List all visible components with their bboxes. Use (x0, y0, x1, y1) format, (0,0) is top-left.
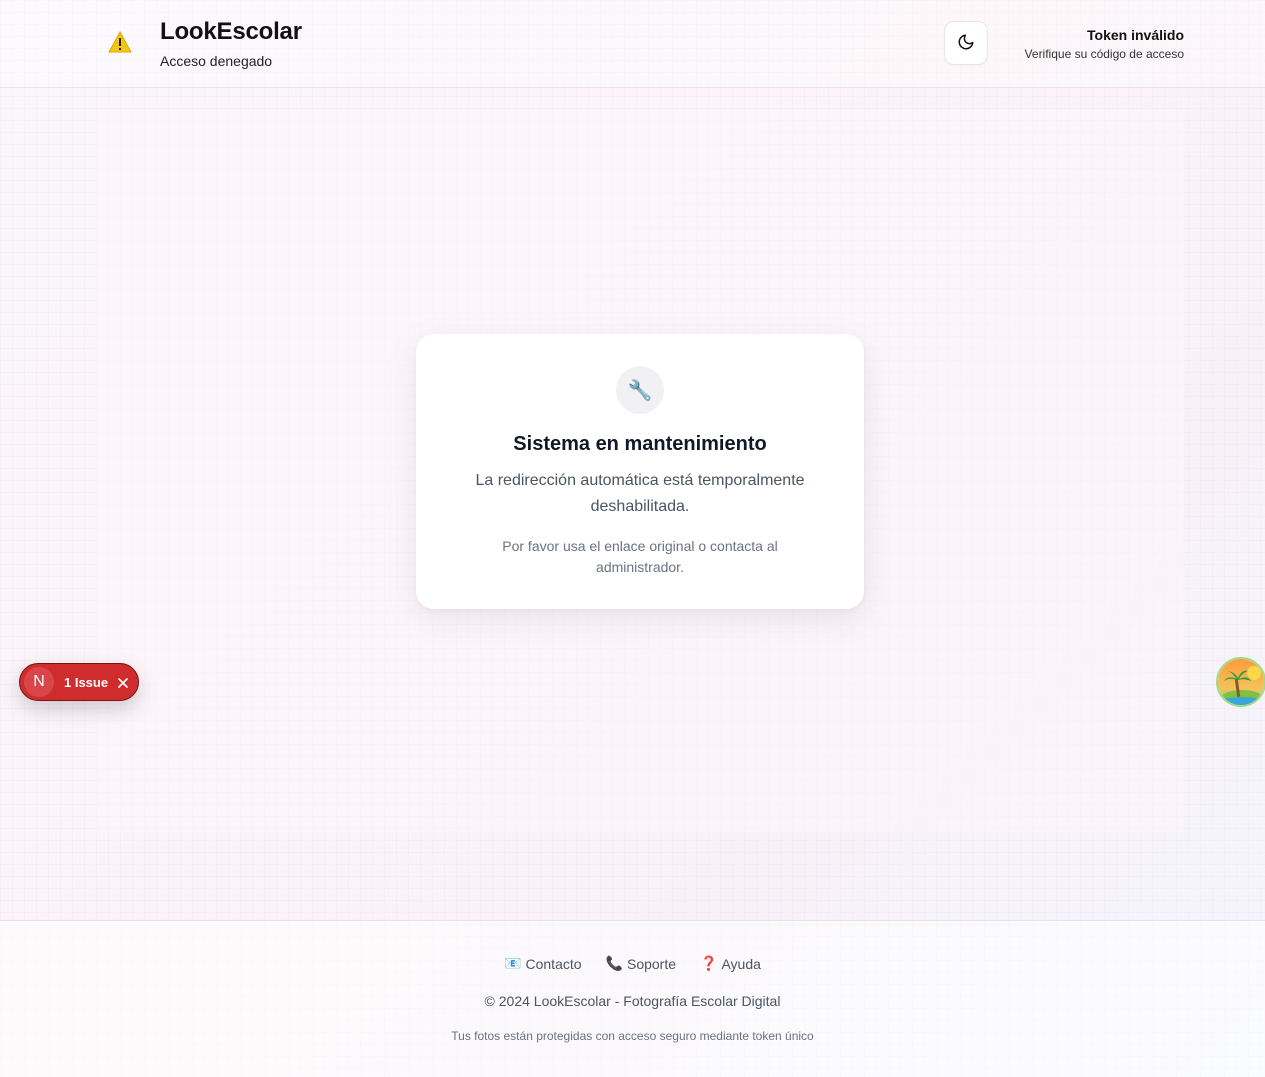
copyright-text: © 2024 LookEscolar - Fotografía Escolar … (484, 993, 781, 1009)
footer-links: 📧 Contacto 📞 Soporte ❓ Ayuda (0, 955, 1265, 972)
maintenance-card: 🔧 Sistema en mantenimiento La redirecció… (416, 334, 864, 609)
brand-subtitle: Acceso denegado (160, 53, 273, 69)
theme-toggle-button[interactable] (944, 21, 988, 65)
warning-icon (108, 31, 132, 53)
brand-title: LookEscolar (160, 18, 302, 45)
nextjs-logo-icon: N (24, 667, 54, 697)
security-note: Tus fotos están protegidas con acceso se… (451, 1029, 814, 1043)
footer-link-contacto[interactable]: 📧 Contacto (504, 955, 581, 972)
page-footer: 📧 Contacto 📞 Soporte ❓ Ayuda © 2024 Look… (0, 920, 1265, 1077)
token-status: Token inválido Verifique su código de ac… (1025, 27, 1184, 61)
moon-icon (957, 33, 975, 54)
footer-link-label: Soporte (626, 955, 677, 972)
issue-badge[interactable]: N 1 Issue (19, 663, 139, 701)
issue-count-label[interactable]: 1 Issue (64, 675, 108, 690)
envelope-icon: 📧 (504, 955, 522, 971)
status-subtitle: Verifique su código de acceso (1024, 47, 1184, 61)
wrench-icon: 🔧 (616, 366, 664, 414)
footer-link-label: Ayuda (721, 955, 761, 972)
close-icon[interactable] (117, 676, 129, 688)
card-note: Por favor usa el enlace original o conta… (502, 538, 778, 575)
phone-icon: 📞 (605, 955, 623, 971)
card-title: Sistema en mantenimiento (513, 433, 767, 455)
footer-link-ayuda[interactable]: ❓ Ayuda (700, 955, 761, 972)
status-title: Token inválido (1087, 27, 1184, 43)
top-header: LookEscolar Acceso denegado Token inváli… (0, 0, 1265, 88)
card-message: La redirección automática está temporalm… (475, 472, 805, 515)
footer-link-soporte[interactable]: 📞 Soporte (606, 955, 676, 972)
floating-island-avatar[interactable] (1216, 657, 1265, 707)
footer-link-label: Contacto (525, 955, 582, 972)
question-icon: ❓ (700, 955, 718, 971)
